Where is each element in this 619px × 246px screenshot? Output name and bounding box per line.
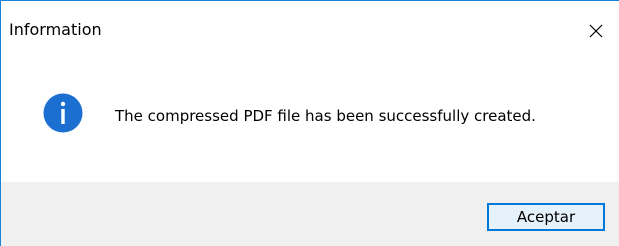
button-bar: Aceptar [1,182,619,246]
close-button[interactable] [573,12,619,50]
window-title: Information [9,20,102,39]
information-dialog: Information The compressed PDF file has … [0,0,619,246]
aceptar-button[interactable]: Aceptar [487,203,605,231]
title-bar: Information [1,1,619,63]
message-text: The compressed PDF file has been success… [115,107,536,125]
info-icon [43,93,83,133]
close-icon [589,24,603,38]
dialog-content: The compressed PDF file has been success… [1,63,619,182]
